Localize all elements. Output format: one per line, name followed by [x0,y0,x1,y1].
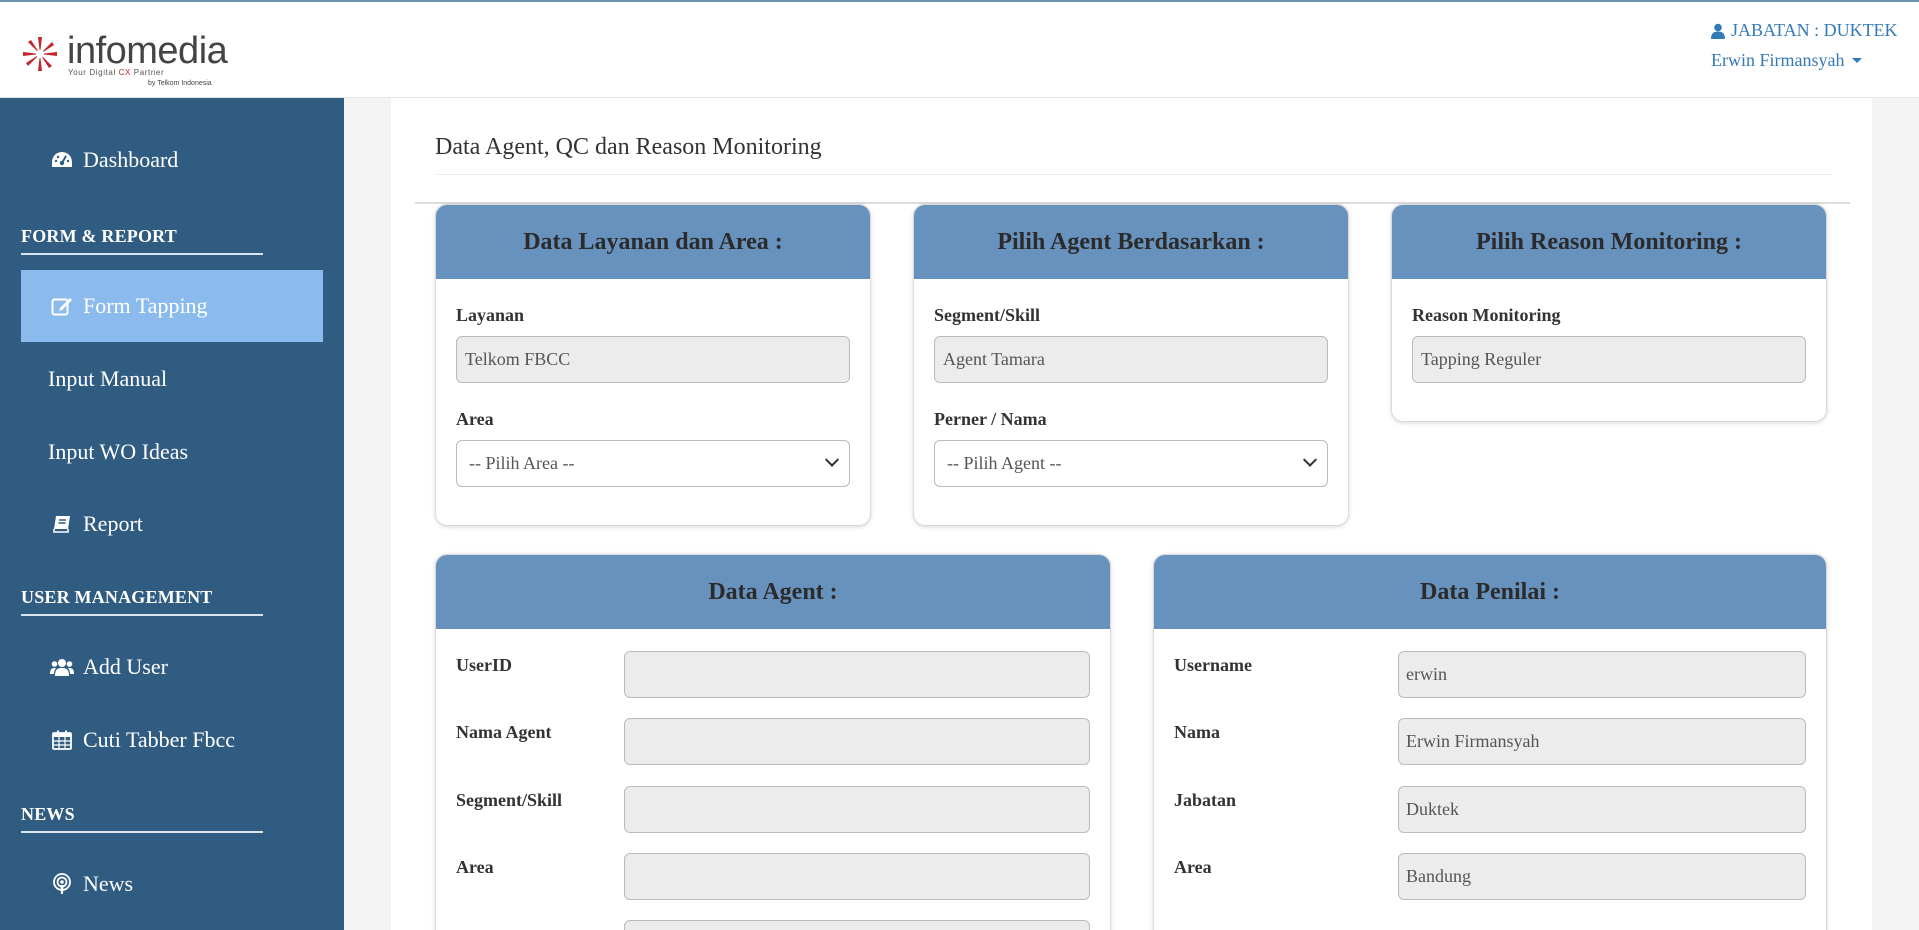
sidebar-item-input-wo-ideas[interactable]: Input WO Ideas [21,416,323,488]
nama-input[interactable]: Erwin Firmansyah [1398,718,1806,765]
data-agent-card: Data Agent : UserID Nama Agent Segment/S… [435,554,1111,930]
logo-tagline: Your Digital CX Partner [68,68,165,77]
reason-label: Reason Monitoring [1412,305,1561,325]
sidebar-item-report[interactable]: Report [21,488,323,560]
infomedia-logo[interactable]: infomedia Your Digital CX Partner by Tel… [20,30,240,94]
jabatan-row: Jabatan Duktek [1174,786,1806,834]
reason-input[interactable]: Tapping Reguler [1412,336,1806,383]
jabatan-input[interactable]: Duktek [1398,786,1806,833]
nama-label: Nama [1174,722,1220,742]
card-header: Data Agent : [436,555,1110,629]
layanan-area-card: Data Layanan dan Area : Layanan Telkom F… [435,204,871,526]
sidebar-item-input-manual[interactable]: Input Manual [21,343,323,415]
sidebar-item-news[interactable]: News [21,848,323,920]
jabatan-label: Jabatan [1174,790,1237,810]
book-icon [49,511,75,537]
section-news: NEWS [21,804,263,833]
agent-filter-card: Pilih Agent Berdasarkan : Segment/Skill … [913,204,1349,526]
calendar-icon [49,727,75,753]
podcast-icon [49,871,75,897]
agent-area-input[interactable] [624,853,1090,900]
reason-monitoring-card: Pilih Reason Monitoring : Reason Monitor… [1391,204,1827,422]
nama-agent-row: Nama Agent [456,718,1090,766]
sidebar-item-add-user[interactable]: Add User [21,631,323,703]
sidebar-item-dashboard[interactable]: Dashboard [21,124,323,196]
layanan-label: Layanan [456,305,525,325]
dashboard-icon [49,147,75,173]
caret-down-icon [1852,58,1863,63]
next-row [456,920,1090,930]
top-bar: infomedia Your Digital CX Partner by Tel… [0,0,1919,98]
userid-input[interactable] [624,651,1090,698]
edit-icon [49,293,75,319]
agent-select[interactable]: -- Pilih Agent -- [934,440,1328,487]
logo-wordmark: infomedia [67,30,228,72]
userid-row: UserID [456,651,1090,699]
data-penilai-card: Data Penilai : Username erwin Nama Erwin… [1153,554,1827,930]
user-name: Erwin Firmansyah [1711,50,1845,70]
layanan-input[interactable]: Telkom FBCC [456,336,850,383]
page-title: Data Agent, QC dan Reason Monitoring [435,134,822,160]
segment-skill-label: Segment/Skill [456,790,563,810]
chevron-down-icon [1302,452,1318,467]
userid-label: UserID [456,655,512,675]
users-icon [49,654,75,680]
segment-label: Segment/Skill [934,305,1041,325]
logo-byline: by Telkom Indonesia [148,80,212,87]
username-label: Username [1174,655,1252,675]
agent-area-label: Area [456,857,494,877]
segment-input[interactable]: Agent Tamara [934,336,1328,383]
title-divider [435,174,1832,175]
card-header: Data Layanan dan Area : [436,205,870,279]
section-form-report: FORM & REPORT [21,226,263,255]
penilai-area-input[interactable]: Bandung [1398,853,1806,900]
user-menu: JABATAN : DUKTEK Erwin Firmansyah [1711,20,1919,71]
username-row: Username erwin [1174,651,1806,699]
card-header: Pilih Agent Berdasarkan : [914,205,1348,279]
main-panel: Data Agent, QC dan Reason Monitoring Dat… [391,98,1872,930]
user-role: JABATAN : DUKTEK [1711,20,1919,41]
logo-burst-icon [23,37,57,71]
section-user-management: USER MANAGEMENT [21,587,263,616]
card-header: Data Penilai : [1154,555,1826,629]
nama-agent-label: Nama Agent [456,722,552,742]
user-icon [1711,23,1725,39]
nama-agent-input[interactable] [624,718,1090,765]
nama-row: Nama Erwin Firmansyah [1174,718,1806,766]
segment-skill-input[interactable] [624,786,1090,833]
penilai-area-label: Area [1174,857,1212,877]
card-header: Pilih Reason Monitoring : [1392,205,1826,279]
agent-area-row: Area [456,853,1090,901]
username-input[interactable]: erwin [1398,651,1806,698]
area-select[interactable]: -- Pilih Area -- [456,440,850,487]
penilai-area-row: Area Bandung [1174,853,1806,901]
next-input[interactable] [624,920,1090,930]
sidebar-item-cuti-tabber[interactable]: Cuti Tabber Fbcc [21,704,323,776]
user-dropdown[interactable]: Erwin Firmansyah [1711,50,1919,71]
sidebar: Dashboard FORM & REPORT Form Tapping Inp… [0,98,344,930]
chevron-down-icon [824,452,840,467]
perner-label: Perner / Nama [934,409,1047,429]
sidebar-item-form-tapping[interactable]: Form Tapping [21,270,323,342]
segment-skill-row: Segment/Skill [456,786,1090,834]
area-label: Area [456,409,494,429]
